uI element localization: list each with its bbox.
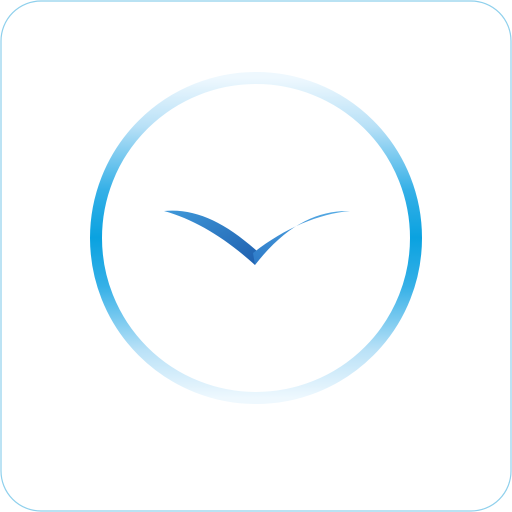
app-icon-tile	[0, 0, 512, 512]
clock-bird-icon	[0, 0, 512, 512]
